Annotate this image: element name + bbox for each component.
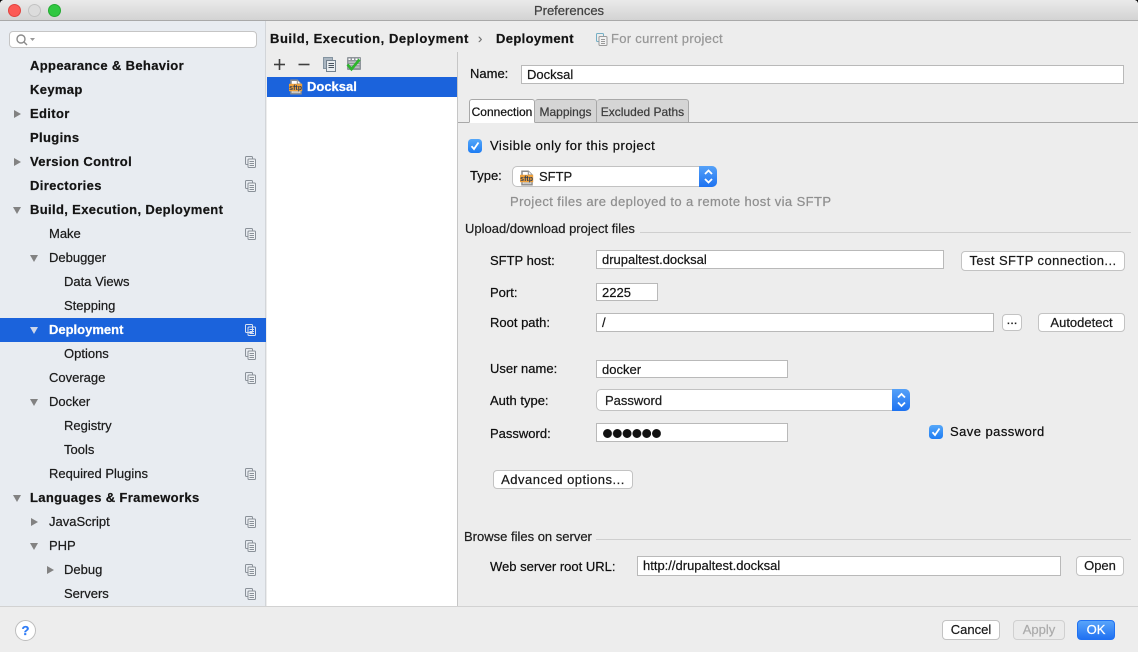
svg-text:sftp: sftp (289, 85, 302, 92)
svg-text:sftp: sftp (520, 176, 533, 183)
